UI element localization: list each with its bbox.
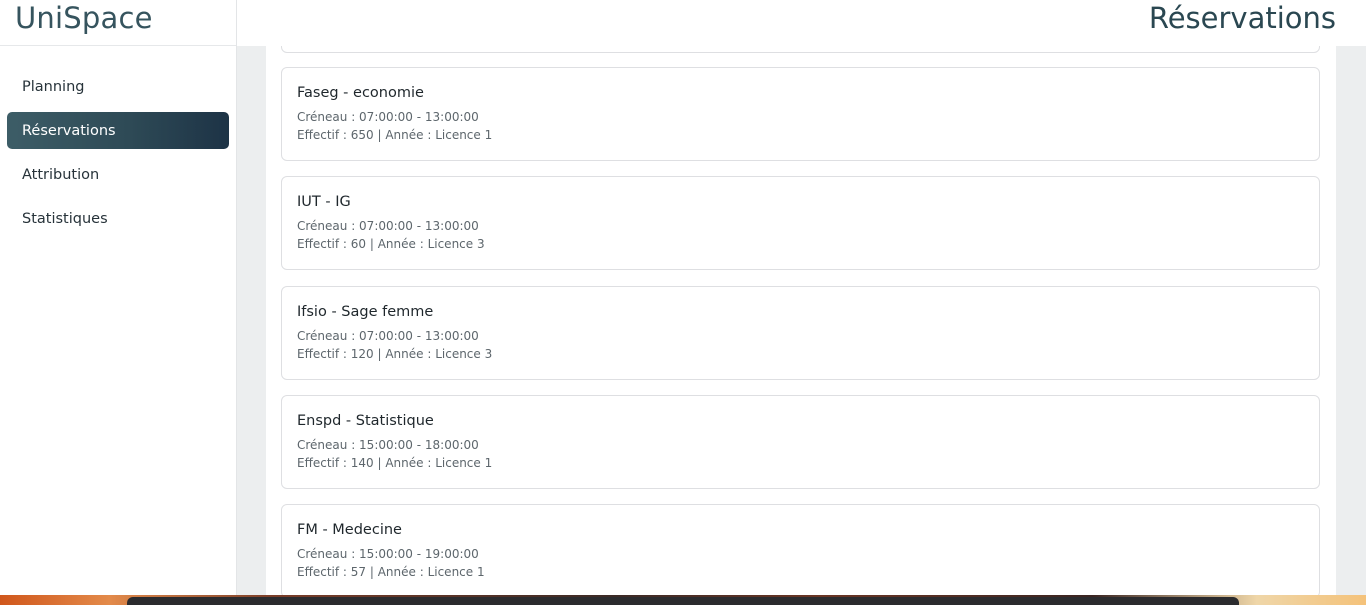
reservation-card[interactable]: Ifsio - Sage femme Créneau : 07:00:00 - …: [281, 286, 1320, 380]
reservation-title: FM - Medecine: [297, 522, 402, 538]
reservation-card[interactable]: Faseg - economie Créneau : 07:00:00 - 13…: [281, 67, 1320, 161]
reservation-details: Effectif : 650 | Année : Licence 1: [297, 128, 493, 142]
page-title: Réservations: [1148, 1, 1336, 35]
sidebar-item-attribution[interactable]: Attribution: [7, 156, 229, 193]
sidebar-item-label: Réservations: [22, 122, 116, 139]
reservation-details: Effectif : 120 | Année : Licence 3: [297, 347, 493, 361]
reservation-card-partial[interactable]: [281, 46, 1320, 53]
reservation-creneau: Créneau : 15:00:00 - 18:00:00: [297, 438, 479, 452]
reservation-card[interactable]: Enspd - Statistique Créneau : 15:00:00 -…: [281, 395, 1320, 489]
reservation-creneau: Créneau : 07:00:00 - 13:00:00: [297, 219, 479, 233]
sidebar-item-label: Statistiques: [22, 210, 108, 227]
reservation-card[interactable]: FM - Medecine Créneau : 15:00:00 - 19:00…: [281, 504, 1320, 595]
sidebar-item-reservations[interactable]: Réservations: [7, 112, 229, 149]
reservation-title: Faseg - economie: [297, 85, 424, 101]
reservation-card[interactable]: IUT - IG Créneau : 07:00:00 - 13:00:00 E…: [281, 176, 1320, 270]
sidebar-item-label: Attribution: [22, 166, 100, 183]
reservation-title: Ifsio - Sage femme: [297, 304, 434, 320]
taskbar-dock[interactable]: [127, 597, 1239, 605]
sidebar: UniSpace Planning Réservations Attributi…: [0, 0, 237, 605]
reservation-details: Effectif : 60 | Année : Licence 3: [297, 237, 485, 251]
reservations-list[interactable]: Faseg - economie Créneau : 07:00:00 - 13…: [266, 46, 1336, 595]
top-bar: Réservations: [237, 0, 1366, 46]
app-logo-text[interactable]: UniSpace: [15, 0, 236, 36]
reservation-creneau: Créneau : 07:00:00 - 13:00:00: [297, 110, 479, 124]
reservation-creneau: Créneau : 07:00:00 - 13:00:00: [297, 329, 479, 343]
sidebar-item-statistiques[interactable]: Statistiques: [7, 200, 229, 237]
reservation-details: Effectif : 57 | Année : Licence 1: [297, 565, 485, 579]
sidebar-item-label: Planning: [22, 78, 85, 95]
desktop-taskbar: [0, 595, 1366, 605]
reservation-title: Enspd - Statistique: [297, 413, 434, 429]
reservation-title: IUT - IG: [297, 194, 351, 210]
sidebar-nav: Planning Réservations Attribution Statis…: [0, 68, 236, 237]
reservation-details: Effectif : 140 | Année : Licence 1: [297, 456, 493, 470]
reservation-creneau: Créneau : 15:00:00 - 19:00:00: [297, 547, 479, 561]
sidebar-item-planning[interactable]: Planning: [7, 68, 229, 105]
brand-header: UniSpace: [0, 0, 236, 46]
